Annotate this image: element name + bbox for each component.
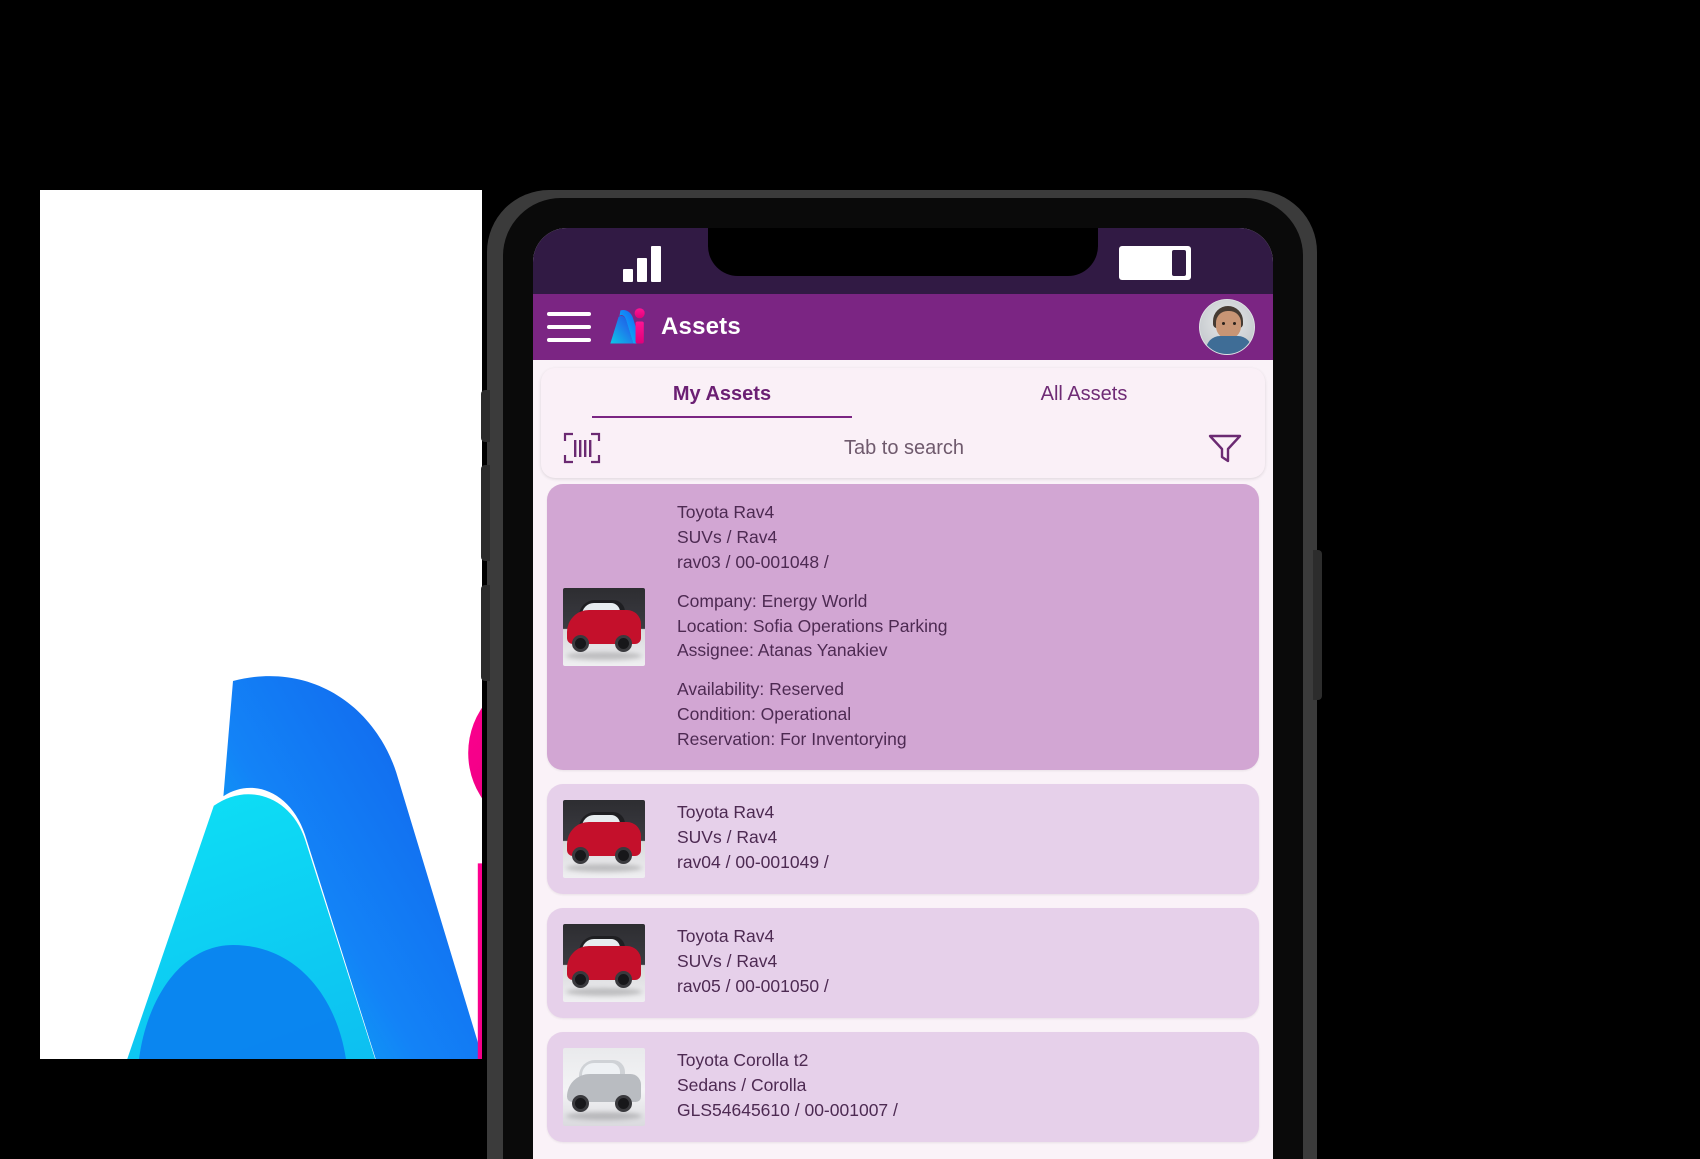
phone-button-volume-down[interactable] — [481, 585, 490, 681]
asset-identifiers: rav03 / 00-001048 / — [677, 551, 829, 572]
vehicle-photo — [563, 1047, 645, 1126]
asset-name: Toyota Corolla t2 — [677, 1049, 809, 1070]
page-title: Assets — [661, 313, 741, 340]
asset-identifiers: rav05 / 00-001050 / — [677, 975, 829, 996]
asset-info: Toyota Rav4 SUVs / Rav4 rav03 / 00-00104… — [647, 500, 947, 754]
tab-all-assets-label: All Assets — [1040, 382, 1128, 405]
phone-notch — [708, 228, 1098, 276]
asset-category: SUVs / Rav4 — [677, 950, 778, 971]
brand-a-logo-icon — [610, 308, 645, 344]
tab-all-assets[interactable]: All Assets — [903, 368, 1265, 420]
tab-my-assets-label: My Assets — [672, 382, 772, 405]
phone-screen: Assets My Assets All Assets Tab to searc… — [533, 228, 1273, 1159]
app-header: Assets — [533, 294, 1273, 360]
phone-button-power[interactable] — [1313, 550, 1322, 700]
asset-category: SUVs / Rav4 — [677, 826, 778, 847]
asset-card-list[interactable]: Toyota Rav4 SUVs / Rav4 rav03 / 00-00104… — [533, 484, 1273, 1159]
status-bar — [533, 228, 1273, 294]
asset-assignee: Assignee: Atanas Yanakiev — [677, 640, 888, 661]
asset-category: SUVs / Rav4 — [677, 526, 778, 547]
asset-name: Toyota Rav4 — [677, 801, 775, 822]
asset-thumbnail-wrap — [561, 500, 647, 754]
phone-button-volume-up[interactable] — [481, 465, 490, 561]
asset-category: Sedans / Corolla — [677, 1074, 807, 1095]
asset-reservation: Reservation: For Inventorying — [677, 729, 907, 749]
vehicle-photo — [563, 923, 645, 1002]
asset-name: Toyota Rav4 — [677, 925, 775, 946]
partial-cut-text: 7 — [411, 438, 474, 563]
asset-location: Location: Sofia Operations Parking — [677, 615, 948, 636]
barcode-scan-icon[interactable] — [563, 431, 601, 465]
asset-card[interactable]: Toyota Corolla t2 Sedans / Corolla GLS54… — [547, 1031, 1259, 1142]
tabs-and-search-panel: My Assets All Assets Tab to search — [541, 368, 1265, 478]
search-row: Tab to search — [541, 420, 1265, 476]
left-backdrop-panel: 7 — [40, 190, 482, 1059]
asset-thumbnail-wrap — [561, 799, 647, 878]
asset-card[interactable]: Toyota Rav4 SUVs / Rav4 rav05 / 00-00105… — [547, 907, 1259, 1018]
vehicle-photo — [563, 587, 645, 666]
battery-icon — [1119, 246, 1191, 280]
asset-name: Toyota Rav4 — [677, 502, 775, 522]
asset-info: Toyota Corolla t2 Sedans / Corolla GLS54… — [647, 1048, 898, 1126]
filter-funnel-icon[interactable] — [1207, 432, 1243, 464]
giant-logo-container — [40, 625, 482, 1059]
asset-card[interactable]: Toyota Rav4 SUVs / Rav4 rav03 / 00-00104… — [547, 484, 1259, 770]
phone-button-mute[interactable] — [481, 390, 490, 442]
asset-info: Toyota Rav4 SUVs / Rav4 rav05 / 00-00105… — [647, 924, 829, 1002]
asset-info: Toyota Rav4 SUVs / Rav4 rav04 / 00-00104… — [647, 800, 829, 878]
asset-card[interactable]: Toyota Rav4 SUVs / Rav4 rav04 / 00-00104… — [547, 783, 1259, 894]
asset-company: Company: Energy World — [677, 590, 868, 611]
asset-thumbnail-wrap — [561, 923, 647, 1002]
tab-bar: My Assets All Assets — [541, 368, 1265, 420]
search-input[interactable]: Tab to search — [601, 437, 1207, 460]
hamburger-menu-icon[interactable] — [547, 312, 591, 342]
user-avatar[interactable] — [1199, 299, 1255, 355]
tab-my-assets[interactable]: My Assets — [541, 368, 903, 420]
asset-thumbnail-wrap — [561, 1047, 647, 1126]
asset-availability: Availability: Reserved — [677, 679, 844, 700]
brand-a-logo-large — [127, 676, 482, 1059]
asset-identifiers: rav04 / 00-001049 / — [677, 851, 829, 872]
signal-bars-icon — [623, 246, 661, 282]
vehicle-photo — [563, 799, 645, 878]
screenshot-root: 7 Assets My Assets All Assets Tab to sea… — [0, 0, 1700, 1159]
asset-condition: Condition: Operational — [677, 704, 852, 725]
asset-identifiers: GLS54645610 / 00-001007 / — [677, 1099, 898, 1120]
